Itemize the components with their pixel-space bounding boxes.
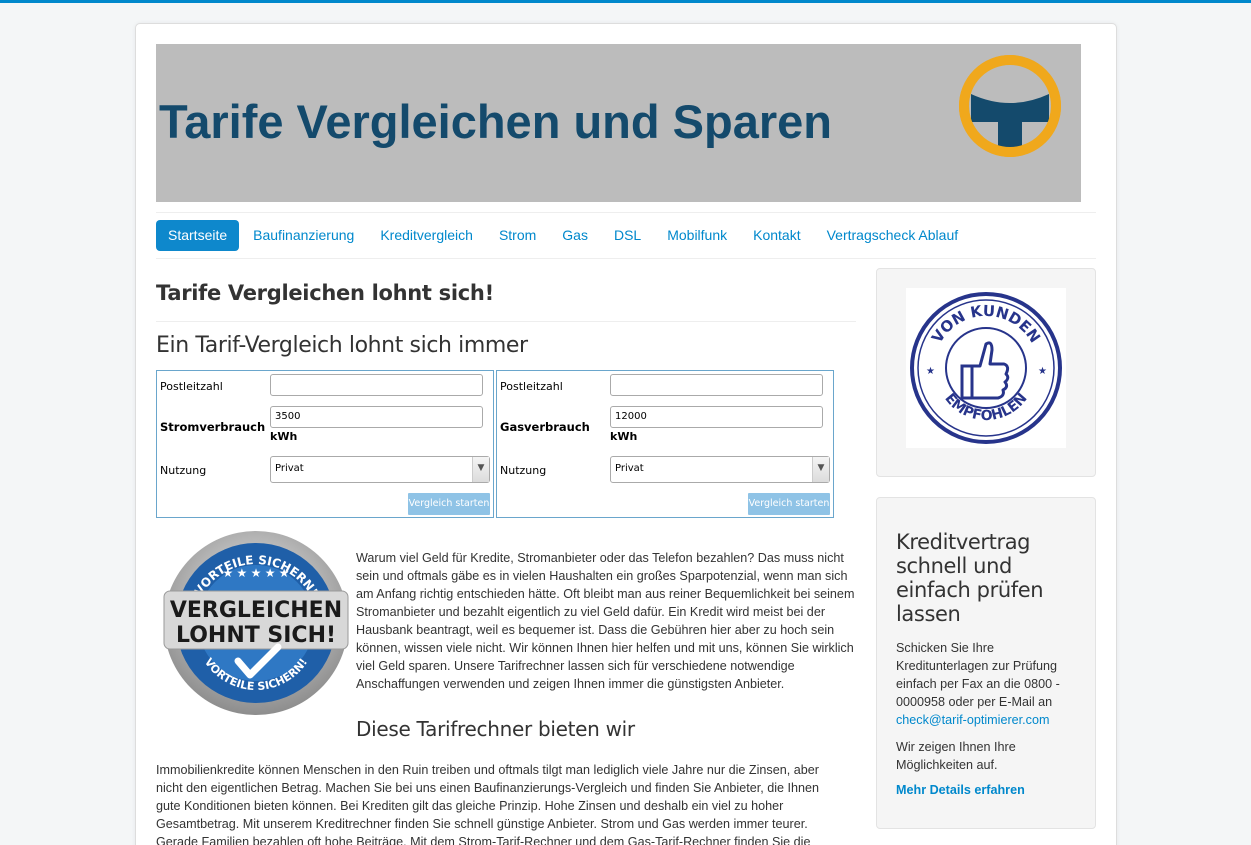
strom-unit-label: kWh (270, 430, 298, 443)
nav-vertragscheck-ablauf[interactable]: Vertragscheck Ablauf (815, 220, 971, 251)
gas-plz-input[interactable] (610, 374, 823, 396)
nav-startseite[interactable]: Startseite (156, 220, 240, 251)
sidebar-credit-box: Kreditvertrag schnell und einfach prüfen… (876, 497, 1096, 829)
site-title: Tarife Vergleichen und Sparen (159, 95, 832, 148)
vergleichen-badge-image: VORTEILE SICHERN! ★ ★ ★ ★ ★ VERGLEICHEN … (163, 531, 349, 715)
site-logo (959, 55, 1061, 157)
gas-consumption-label: Gasverbrauch (500, 420, 590, 434)
strom-plz-label: Postleitzahl (160, 380, 223, 393)
gas-calculator: Postleitzahl Gasverbrauch 12000 kWh Nutz… (496, 370, 834, 518)
more-details-link[interactable]: Mehr Details erfahren (896, 783, 1025, 797)
sidebar-email-link[interactable]: check@tarif-optimierer.com (896, 713, 1049, 727)
sidebar-contact-text: Schicken Sie Ihre Kreditunterlagen zur P… (896, 639, 1086, 729)
sidebar-text2: Wir zeigen Ihnen Ihre Möglichkeiten auf. (896, 740, 1016, 772)
gas-consumption-input[interactable]: 12000 (610, 406, 823, 428)
nav-mobilfunk[interactable]: Mobilfunk (655, 220, 739, 251)
svg-text:★: ★ (1038, 366, 1047, 377)
page-container: Tarife Vergleichen und Sparen Startseite… (135, 23, 1117, 845)
gas-usage-select[interactable]: Privat ▼ (610, 456, 830, 483)
badge-line2: LOHNT SICH! (176, 623, 336, 648)
gas-plz-label: Postleitzahl (500, 380, 563, 393)
section-heading: Ein Tarif-Vergleich lohnt sich immer (156, 333, 528, 358)
strom-usage-value: Privat (275, 463, 304, 474)
sidebar-box-title: Kreditvertrag schnell und einfach prüfen… (896, 530, 1044, 626)
nav-divider-bottom (156, 258, 1096, 259)
nav-kreditvergleich[interactable]: Kreditvergleich (368, 220, 485, 251)
page-title: Tarife Vergleichen lohnt sich! (156, 281, 494, 305)
chevron-down-icon: ▼ (472, 457, 489, 482)
svg-text:★: ★ (926, 366, 935, 377)
gas-unit-label: kWh (610, 430, 638, 443)
intro-paragraph: Warum viel Geld für Kredite, Stromanbiet… (356, 551, 855, 691)
main-navigation: Startseite Baufinanzierung Kreditverglei… (156, 220, 1096, 252)
sidebar-text1: Schicken Sie Ihre Kreditunterlagen zur P… (896, 641, 1060, 709)
gas-usage-value: Privat (615, 463, 644, 474)
nav-divider-top (156, 212, 1096, 213)
gas-usage-label: Nutzung (500, 464, 547, 477)
strom-usage-label: Nutzung (160, 464, 207, 477)
chevron-down-icon: ▼ (812, 457, 829, 482)
site-header-banner[interactable]: Tarife Vergleichen und Sparen (156, 44, 1081, 202)
sidebar-stamp-box: VON KUNDEN EMPFOHLEN ★ ★ (876, 268, 1096, 477)
nav-baufinanzierung[interactable]: Baufinanzierung (241, 220, 366, 251)
strom-consumption-input[interactable]: 3500 (270, 406, 483, 428)
body-paragraph: Immobilienkredite können Menschen in den… (156, 763, 820, 845)
strom-compare-button[interactable]: Vergleich starten (408, 493, 490, 515)
svg-text:★ ★ ★ ★ ★: ★ ★ ★ ★ ★ (222, 566, 289, 580)
strom-plz-input[interactable] (270, 374, 483, 396)
strom-calculator: Postleitzahl Stromverbrauch 3500 kWh Nut… (156, 370, 494, 518)
nav-gas[interactable]: Gas (550, 220, 600, 251)
nav-strom[interactable]: Strom (487, 220, 548, 251)
strom-usage-select[interactable]: Privat ▼ (270, 456, 490, 483)
nav-kontakt[interactable]: Kontakt (741, 220, 812, 251)
gas-compare-button[interactable]: Vergleich starten (748, 493, 830, 515)
offer-heading: Diese Tarifrechner bieten wir (356, 717, 635, 741)
nav-dsl[interactable]: DSL (602, 220, 653, 251)
top-accent-line (0, 0, 1251, 3)
badge-line1: VERGLEICHEN (170, 598, 342, 623)
von-kunden-empfohlen-stamp: VON KUNDEN EMPFOHLEN ★ ★ (906, 288, 1066, 448)
strom-consumption-label: Stromverbrauch (160, 420, 266, 434)
heading-divider (156, 321, 856, 322)
